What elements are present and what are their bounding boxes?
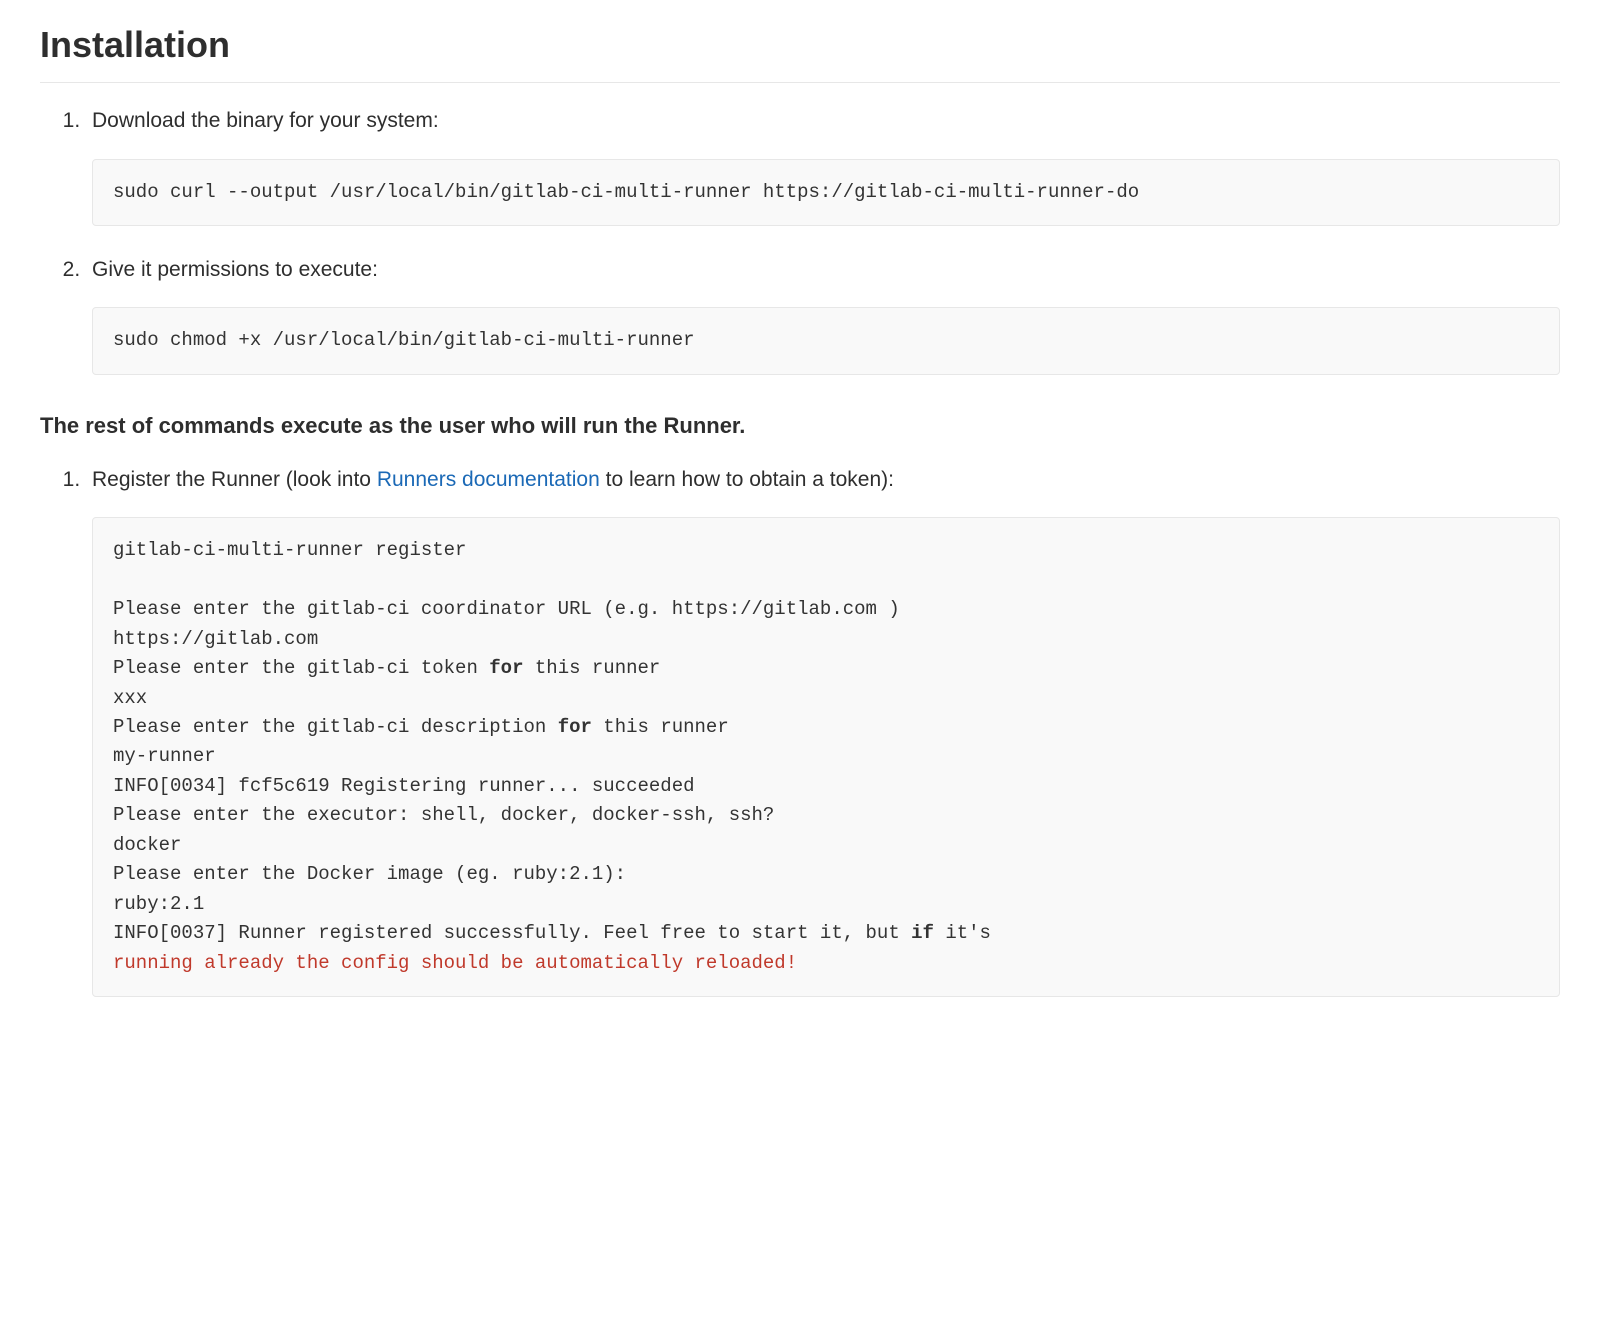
step-1: Download the binary for your system: sud… bbox=[86, 105, 1560, 226]
step-register: Register the Runner (look into Runners d… bbox=[86, 464, 1560, 997]
install-steps-1: Download the binary for your system: sud… bbox=[40, 105, 1560, 375]
step-1-text: Download the binary for your system: bbox=[92, 105, 1560, 137]
runner-user-note: The rest of commands execute as the user… bbox=[40, 409, 1560, 442]
step-2: Give it permissions to execute: sudo chm… bbox=[86, 254, 1560, 375]
step-2-code: sudo chmod +x /usr/local/bin/gitlab-ci-m… bbox=[92, 307, 1560, 374]
step-2-text: Give it permissions to execute: bbox=[92, 254, 1560, 286]
step-register-before: Register the Runner (look into bbox=[92, 468, 377, 491]
page-title: Installation bbox=[40, 18, 1560, 83]
step-1-code: sudo curl --output /usr/local/bin/gitlab… bbox=[92, 159, 1560, 226]
step-register-code: gitlab-ci-multi-runner register Please e… bbox=[92, 517, 1560, 997]
step-register-text: Register the Runner (look into Runners d… bbox=[92, 464, 1560, 496]
runners-doc-link[interactable]: Runners documentation bbox=[377, 468, 600, 491]
install-steps-2: Register the Runner (look into Runners d… bbox=[40, 464, 1560, 997]
step-register-after: to learn how to obtain a token): bbox=[600, 468, 894, 491]
